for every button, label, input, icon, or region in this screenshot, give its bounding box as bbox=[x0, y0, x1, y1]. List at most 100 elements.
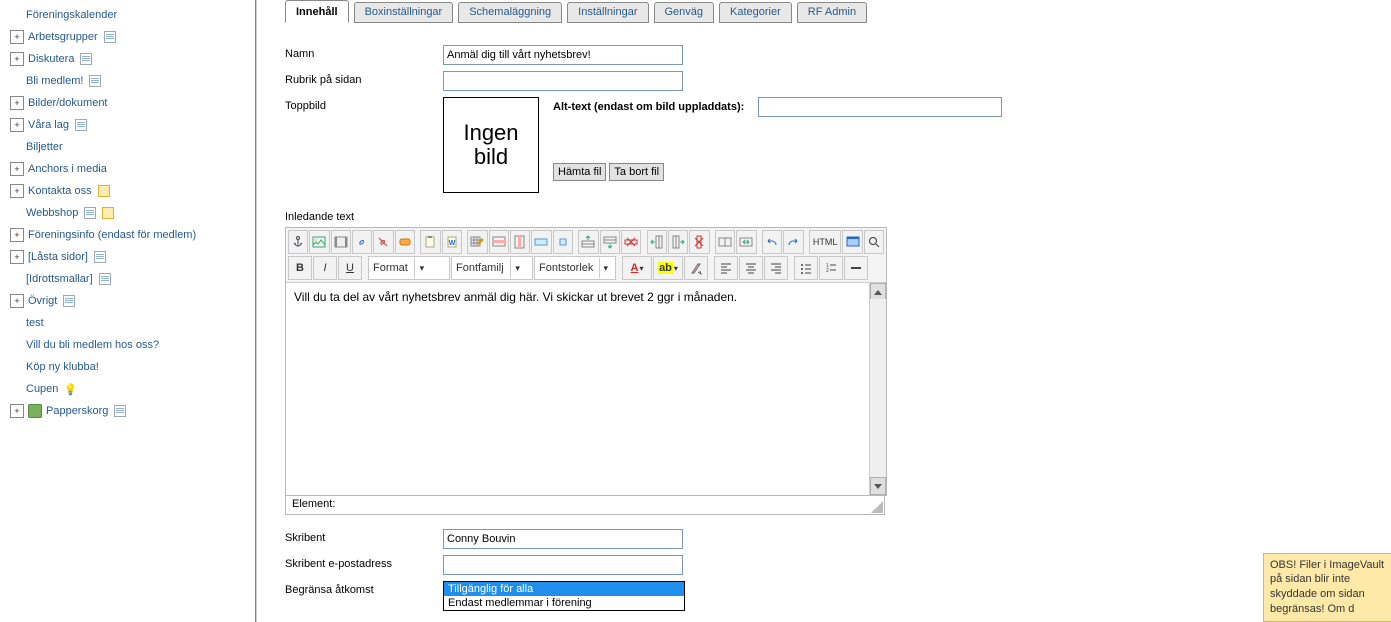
sidebar-item-0[interactable]: Föreningskalender bbox=[0, 4, 254, 26]
warning-page-icon bbox=[98, 185, 110, 197]
label-rubrik: Rubrik på sidan bbox=[285, 71, 443, 86]
trash-icon bbox=[28, 404, 42, 418]
sidebar-item-15[interactable]: Vill du bli medlem hos oss? bbox=[0, 334, 254, 356]
access-listbox[interactable]: Tillgänglig för alla Endast medlemmar i … bbox=[443, 581, 685, 611]
sidebar-item-10[interactable]: +Föreningsinfo (endast för medlem) bbox=[0, 224, 254, 246]
merge-cell-icon[interactable] bbox=[736, 230, 756, 254]
paste-icon[interactable] bbox=[420, 230, 440, 254]
align-center-icon[interactable] bbox=[739, 256, 763, 280]
access-option-all[interactable]: Tillgänglig för alla bbox=[444, 582, 684, 596]
film-icon[interactable] bbox=[331, 230, 351, 254]
number-list-icon[interactable]: 12 bbox=[819, 256, 843, 280]
sidebar-item-7[interactable]: +Anchors i media bbox=[0, 158, 254, 180]
sidebar-item-8[interactable]: +Kontakta oss bbox=[0, 180, 254, 202]
delete-col-icon[interactable] bbox=[689, 230, 709, 254]
resize-handle-icon[interactable] bbox=[871, 501, 883, 513]
sidebar-item-16[interactable]: Köp ny klubba! bbox=[0, 356, 254, 378]
expand-icon[interactable]: + bbox=[10, 96, 24, 110]
tab-innehåll[interactable]: Innehåll bbox=[285, 0, 349, 23]
unlink-icon[interactable] bbox=[373, 230, 393, 254]
expand-icon[interactable]: + bbox=[10, 184, 24, 198]
sidebar-item-3[interactable]: Bli medlem! bbox=[0, 70, 254, 92]
row-after-icon[interactable] bbox=[600, 230, 620, 254]
expand-icon[interactable]: + bbox=[10, 404, 24, 418]
expand-icon[interactable]: + bbox=[10, 294, 24, 308]
sidebar-item-1[interactable]: +Arbetsgrupper bbox=[0, 26, 254, 48]
sidebar-item-13[interactable]: +Övrigt bbox=[0, 290, 254, 312]
html-button[interactable]: HTML bbox=[809, 230, 842, 254]
undo-icon[interactable] bbox=[762, 230, 782, 254]
fetch-file-button[interactable]: Hämta fil bbox=[553, 163, 606, 181]
label-access: Begränsa åtkomst bbox=[285, 581, 443, 596]
row-before-icon[interactable] bbox=[578, 230, 598, 254]
delete-row-icon[interactable] bbox=[621, 230, 641, 254]
paste-word-icon[interactable]: W bbox=[442, 230, 462, 254]
search-icon[interactable] bbox=[864, 230, 884, 254]
link-icon[interactable] bbox=[352, 230, 372, 254]
remove-file-button[interactable]: Ta bort fil bbox=[609, 163, 664, 181]
align-left-icon[interactable] bbox=[714, 256, 738, 280]
input-name[interactable] bbox=[443, 45, 683, 65]
rich-text-editor: W bbox=[285, 227, 887, 496]
input-alttext[interactable] bbox=[758, 97, 1002, 117]
tab-boxinställningar[interactable]: Boxinställningar bbox=[354, 2, 454, 23]
sidebar-item-4[interactable]: +Bilder/dokument bbox=[0, 92, 254, 114]
table-delete-row-icon[interactable] bbox=[489, 230, 509, 254]
access-option-members[interactable]: Endast medlemmar i förening bbox=[444, 596, 684, 610]
removeformat-icon[interactable] bbox=[684, 256, 708, 280]
input-rubrik[interactable] bbox=[443, 71, 683, 91]
image-placeholder[interactable]: Ingen bild bbox=[443, 97, 539, 193]
underline-button[interactable]: U bbox=[338, 256, 362, 280]
editor-scrollbar[interactable] bbox=[869, 283, 886, 495]
editor-toolbar: W bbox=[286, 228, 886, 283]
align-right-icon[interactable] bbox=[764, 256, 788, 280]
tab-inställningar[interactable]: Inställningar bbox=[567, 2, 648, 23]
sidebar-item-12[interactable]: [Idrottsmallar] bbox=[0, 268, 254, 290]
table-delete-col-icon[interactable] bbox=[510, 230, 530, 254]
input-epost[interactable] bbox=[443, 555, 683, 575]
anchor-icon[interactable] bbox=[288, 230, 308, 254]
split-cell-icon[interactable] bbox=[715, 230, 735, 254]
italic-button[interactable]: I bbox=[313, 256, 337, 280]
sidebar-item-6[interactable]: Biljetter bbox=[0, 136, 254, 158]
highlight-button[interactable]: ab▾ bbox=[653, 256, 683, 280]
expand-icon[interactable]: + bbox=[10, 250, 24, 264]
tab-bar: InnehållBoxinställningarSchemaläggningIn… bbox=[285, 0, 1385, 27]
format-select[interactable]: Format▾ bbox=[368, 256, 450, 280]
sidebar-item-17[interactable]: Cupen💡 bbox=[0, 378, 254, 400]
fontsize-select[interactable]: Fontstorlek▾ bbox=[534, 256, 616, 280]
editor-textarea[interactable]: Vill du ta del av vårt nyhetsbrev anmäl … bbox=[286, 283, 869, 495]
expand-icon[interactable]: + bbox=[10, 228, 24, 242]
link-button-icon[interactable] bbox=[395, 230, 415, 254]
sidebar-item-11[interactable]: +[Låsta sidor] bbox=[0, 246, 254, 268]
row-props-icon[interactable] bbox=[531, 230, 551, 254]
col-before-icon[interactable] bbox=[647, 230, 667, 254]
col-after-icon[interactable] bbox=[668, 230, 688, 254]
tab-rf admin[interactable]: RF Admin bbox=[797, 2, 867, 23]
fontfamily-select[interactable]: Fontfamilj▾ bbox=[451, 256, 533, 280]
redo-icon[interactable] bbox=[783, 230, 803, 254]
tab-schemaläggning[interactable]: Schemaläggning bbox=[458, 2, 562, 23]
sidebar-item-14[interactable]: test bbox=[0, 312, 254, 334]
tab-genväg[interactable]: Genväg bbox=[654, 2, 715, 23]
label-inledande: Inledande text bbox=[285, 211, 1385, 223]
textcolor-button[interactable]: A▾ bbox=[622, 256, 652, 280]
expand-icon[interactable]: + bbox=[10, 52, 24, 66]
table-edit-icon[interactable] bbox=[467, 230, 487, 254]
scroll-down-icon[interactable] bbox=[870, 477, 886, 495]
expand-icon[interactable]: + bbox=[10, 30, 24, 44]
hr-icon[interactable] bbox=[844, 256, 868, 280]
bullet-list-icon[interactable] bbox=[794, 256, 818, 280]
sidebar-item-18[interactable]: +Papperskorg bbox=[0, 400, 254, 422]
preview-icon[interactable] bbox=[842, 230, 862, 254]
sidebar-item-5[interactable]: +Våra lag bbox=[0, 114, 254, 136]
image-icon[interactable] bbox=[309, 230, 329, 254]
cell-props-icon[interactable] bbox=[553, 230, 573, 254]
sidebar-item-2[interactable]: +Diskutera bbox=[0, 48, 254, 70]
tab-kategorier[interactable]: Kategorier bbox=[719, 2, 792, 23]
input-skribent[interactable] bbox=[443, 529, 683, 549]
expand-icon[interactable]: + bbox=[10, 162, 24, 176]
sidebar-item-9[interactable]: Webbshop bbox=[0, 202, 254, 224]
expand-icon[interactable]: + bbox=[10, 118, 24, 132]
bold-button[interactable]: B bbox=[288, 256, 312, 280]
